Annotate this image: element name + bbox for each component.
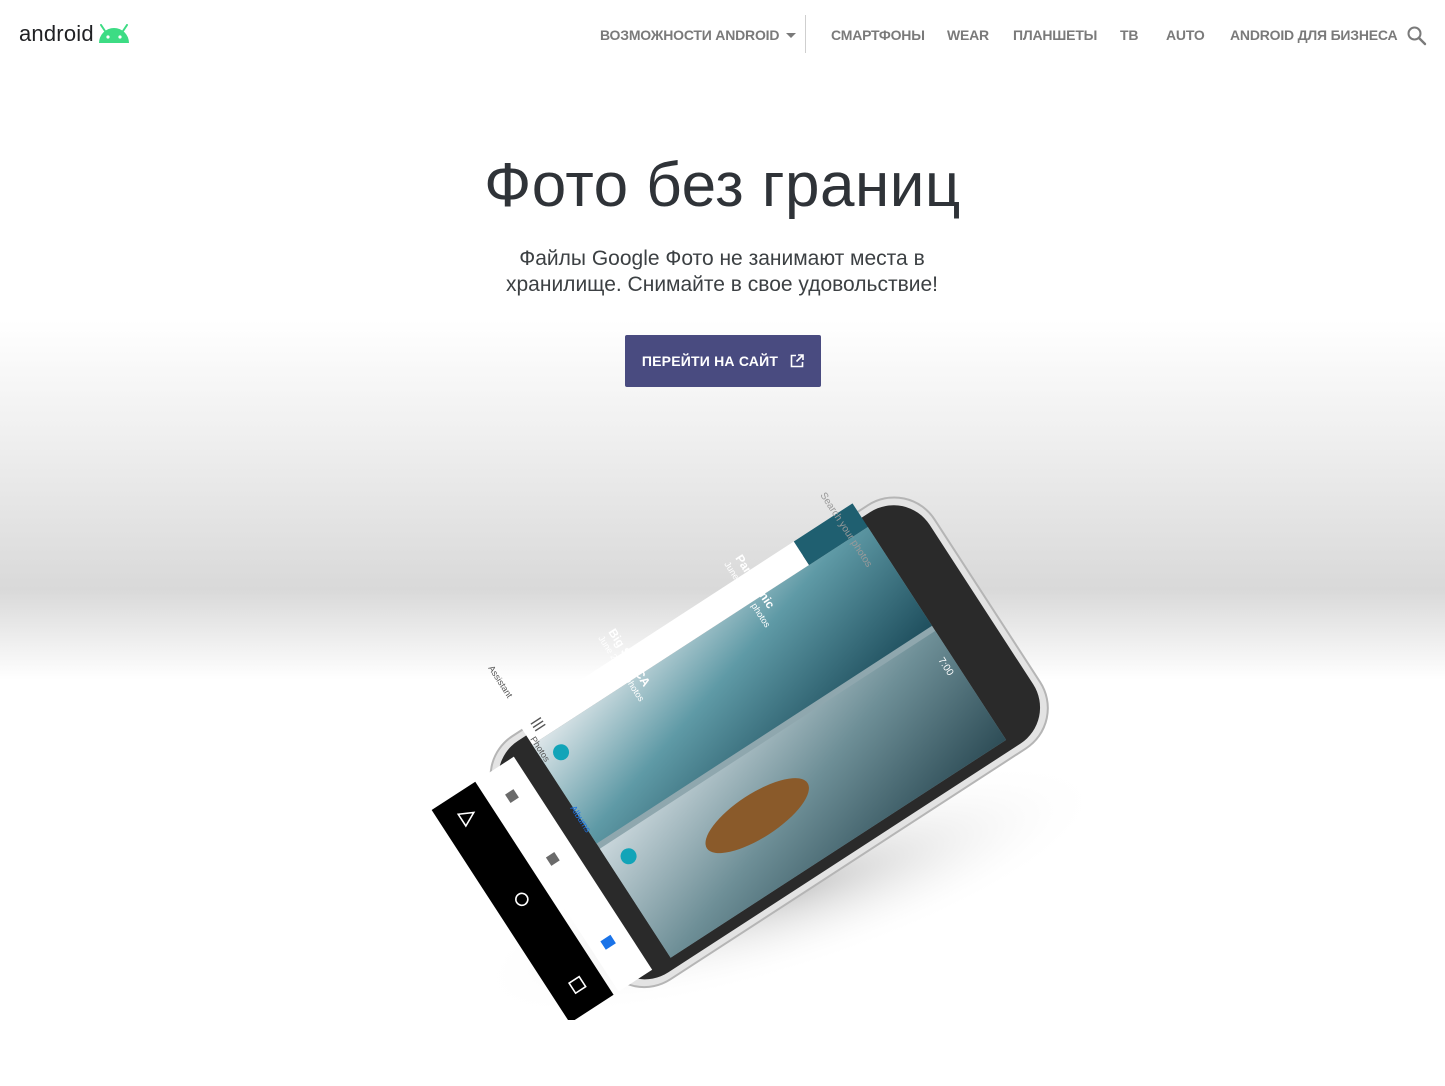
nav-phones[interactable]: СМАРТФОНЫ: [831, 27, 925, 43]
nav-wear[interactable]: WEAR: [947, 27, 989, 43]
external-link-icon: [790, 354, 804, 368]
go-to-site-button[interactable]: ПЕРЕЙТИ НА САЙТ: [625, 335, 821, 387]
bottom-nav-assistant: Assistant: [486, 664, 515, 700]
phone-illustration: Panoramic June 10, 20 photos Big Sur, CA…: [390, 440, 1110, 1024]
dropdown-caret-icon: [786, 32, 797, 38]
search-button[interactable]: [1405, 24, 1429, 48]
search-icon: [1407, 26, 1427, 46]
nav-auto[interactable]: AUTO: [1166, 27, 1205, 43]
site-header: android ВОЗМОЖНОСТИ ANDROID СМАРТФОНЫ WE…: [0, 0, 1445, 70]
logo-text: android: [19, 21, 94, 46]
nav-tv[interactable]: ТВ: [1120, 27, 1138, 43]
cta-label: ПЕРЕЙТИ НА САЙТ: [641, 353, 779, 369]
hero-subtitle: Файлы Google Фото не занимают места в хр…: [506, 247, 938, 296]
nav-divider: [805, 15, 806, 53]
android-logo[interactable]: android: [19, 20, 131, 48]
nav-tablets[interactable]: ПЛАНШЕТЫ: [1013, 27, 1097, 43]
nav-enterprise[interactable]: ANDROID ДЛЯ БИЗНЕСА: [1230, 27, 1398, 43]
nav-android-features[interactable]: ВОЗМОЖНОСТИ ANDROID: [600, 27, 797, 43]
nav-label: ВОЗМОЖНОСТИ ANDROID: [600, 27, 780, 43]
phone-mockup: Panoramic June 10, 20 photos Big Sur, CA…: [431, 491, 1105, 1024]
hero-title: Фото без границ: [484, 151, 961, 220]
android-robot-icon: [98, 24, 129, 43]
